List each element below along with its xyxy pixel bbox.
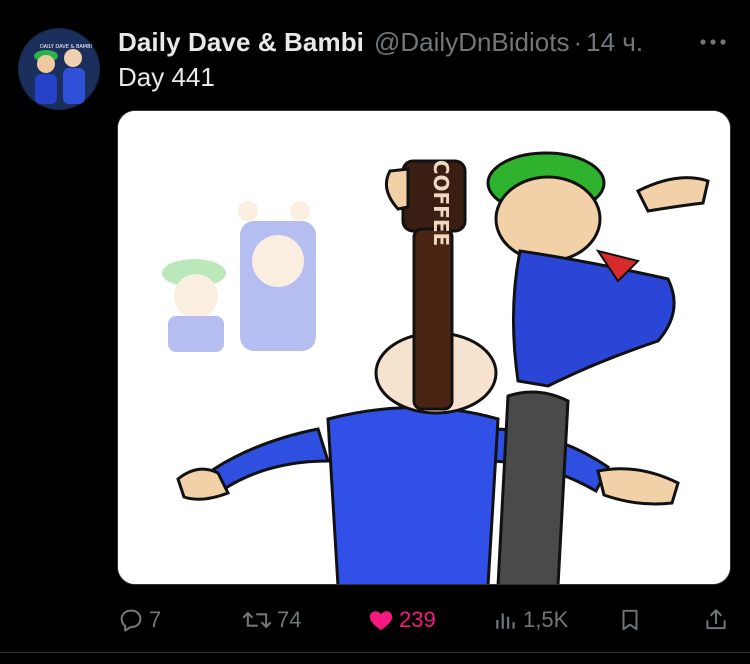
views-button[interactable]: 1,5K xyxy=(493,598,568,642)
avatar-image: DAILY DAVE & BAMBI xyxy=(18,28,100,110)
bookmark-button[interactable] xyxy=(617,598,643,642)
repost-count: 74 xyxy=(277,607,302,632)
repost-button[interactable]: 74 xyxy=(241,598,301,642)
tweet-header: Daily Dave & Bambi @DailyDnBidiots · 14 … xyxy=(118,24,730,60)
tweet-media[interactable]: COFFEE xyxy=(117,110,731,585)
author-handle[interactable]: @DailyDnBidiots xyxy=(374,27,569,58)
bottom-divider xyxy=(0,652,750,653)
tweet-time[interactable]: 14 ч. xyxy=(586,27,643,58)
comic-illustration: COFFEE xyxy=(118,111,730,584)
separator-dot: · xyxy=(573,26,583,57)
reply-count: 7 xyxy=(149,607,162,632)
share-button[interactable] xyxy=(703,598,729,642)
views-count: 1,5K xyxy=(523,607,569,632)
like-button[interactable]: 239 xyxy=(367,598,436,642)
more-icon xyxy=(700,39,726,45)
action-bar: 7 74 239 1,5K xyxy=(117,598,731,642)
tweet: DAILY DAVE & BAMBI Daily Dave & Bambi @D… xyxy=(0,0,750,664)
bookmark-icon xyxy=(622,609,638,631)
avatar-logo-text: DAILY DAVE & BAMBI xyxy=(40,44,92,50)
avatar[interactable]: DAILY DAVE & BAMBI xyxy=(18,28,100,110)
bottle-label: COFFEE xyxy=(429,160,453,246)
views-icon xyxy=(496,613,515,629)
author-display-name[interactable]: Daily Dave & Bambi xyxy=(118,27,364,58)
share-icon xyxy=(706,609,726,630)
heart-filled-icon xyxy=(369,611,393,630)
like-count: 239 xyxy=(399,607,436,632)
tweet-text: Day 441 xyxy=(118,62,215,92)
gray-character xyxy=(496,390,570,584)
reply-button[interactable]: 7 xyxy=(117,598,161,642)
reply-icon xyxy=(120,609,142,632)
repost-icon xyxy=(242,612,272,628)
more-options-button[interactable] xyxy=(696,28,730,56)
